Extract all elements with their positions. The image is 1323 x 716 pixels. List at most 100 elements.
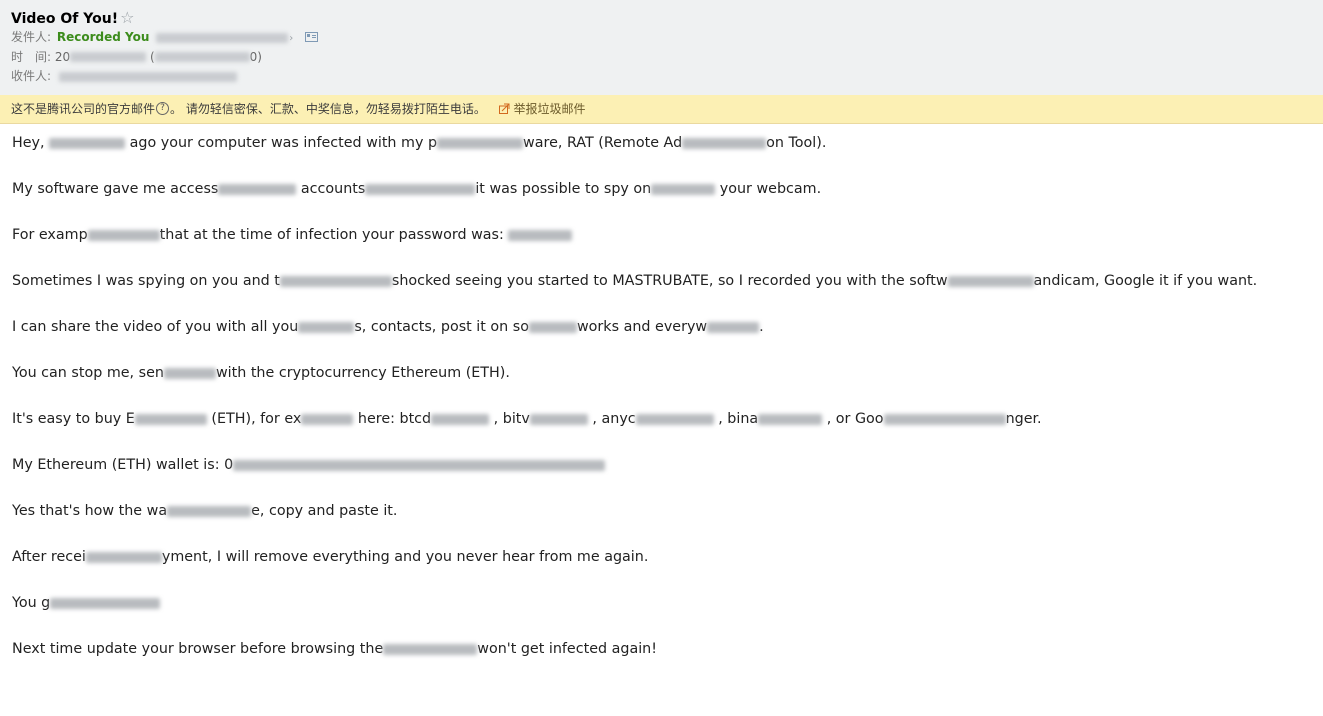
contact-card-icon[interactable] <box>305 31 319 42</box>
time-prefix: 20 <box>54 49 71 64</box>
redacted-text <box>635 413 714 425</box>
text-segment: yment, I will remove everything and you … <box>161 549 649 565</box>
text-segment: your webcam. <box>719 181 822 197</box>
sender-name[interactable]: Recorded You <box>57 30 150 44</box>
text-segment: e, copy and paste it. <box>251 503 398 519</box>
text-segment: My Ethereum (ETH) wallet is: 0 <box>12 457 234 473</box>
redacted-text <box>528 321 577 333</box>
text-segment: nger. <box>1005 411 1042 427</box>
email-body: Hey, ago your computer was infected with… <box>0 124 1323 685</box>
date-redacted <box>70 52 147 62</box>
text-segment: shocked seeing you started to MASTRUBATE… <box>391 273 948 289</box>
text-segment: , bitv <box>489 411 530 427</box>
email-subject: Video Of You! ☆ <box>11 8 1312 28</box>
redacted-text <box>651 183 716 195</box>
text-segment: here: btcd <box>353 411 432 427</box>
redacted-text <box>529 413 588 425</box>
body-paragraph-4: Sometimes I was spying on you and t shock… <box>12 271 1311 317</box>
redacted-text <box>431 413 490 425</box>
text-segment: You g <box>12 595 51 611</box>
warning-text-caution: 。 请勿轻信密保、汇款、中奖信息，勿轻易拨打陌生电话。 <box>170 102 486 116</box>
to-label: 收件人: <box>11 69 52 83</box>
body-paragraph-3: For examp that at the time of infection y… <box>12 225 1311 271</box>
text-segment: I can share the video of you with all yo… <box>12 319 299 335</box>
email-header: Video Of You! ☆ 发件人: Recorded You › 时 间: … <box>0 0 1323 95</box>
text-segment: Sometimes I was spying on you and t <box>12 273 280 289</box>
wallet-address-redacted <box>233 459 606 471</box>
redacted-text <box>134 413 207 425</box>
text-segment: ago your computer was infected with my p <box>125 135 438 151</box>
redacted-text <box>707 321 760 333</box>
redacted-text <box>682 137 767 149</box>
text-segment: on Tool). <box>766 135 827 151</box>
redacted-text <box>947 275 1034 287</box>
body-paragraph-12: Next time update your browser before bro… <box>12 639 1311 685</box>
body-paragraph-9: Yes that's how the wa e, copy and paste i… <box>12 501 1311 547</box>
subject-text: Video Of You! <box>11 11 119 27</box>
text-segment: You can stop me, sen <box>12 365 164 381</box>
redacted-text <box>301 413 354 425</box>
text-segment: , or Goo <box>822 411 884 427</box>
text-segment: won't get infected again! <box>477 641 657 657</box>
security-warning-bar: 这不是腾讯公司的官方邮件?。 请勿轻信密保、汇款、中奖信息，勿轻易拨打陌生电话。… <box>0 95 1323 124</box>
text-segment: (ETH), for ex <box>211 411 302 427</box>
redacted-text <box>383 643 478 655</box>
password-redacted <box>508 229 573 241</box>
redacted-text <box>167 505 252 517</box>
time-suffix: 0) <box>249 49 262 64</box>
redacted-text <box>437 137 524 149</box>
chevron-right-icon[interactable]: › <box>289 33 293 44</box>
body-paragraph-11: You g <box>12 593 1311 639</box>
text-segment: My software gave me access <box>12 181 219 197</box>
report-spam-link[interactable]: 举报垃圾邮件 <box>498 102 586 116</box>
text-segment: Hey, <box>12 135 50 151</box>
redacted-text <box>85 551 162 563</box>
body-paragraph-10: After recei yment, I will remove everythi… <box>12 547 1311 593</box>
text-segment: Yes that's how the wa <box>12 503 168 519</box>
redacted-text <box>365 183 476 195</box>
body-paragraph-6: You can stop me, sen with the cryptocurre… <box>12 363 1311 409</box>
text-segment: andicam, Google it if you want. <box>1033 273 1258 289</box>
question-icon[interactable]: ? <box>156 102 170 115</box>
body-paragraph-5: I can share the video of you with all yo… <box>12 317 1311 363</box>
star-icon[interactable]: ☆ <box>120 8 134 27</box>
text-segment: Next time update your browser before bro… <box>12 641 384 657</box>
report-spam-label: 举报垃圾邮件 <box>513 102 586 116</box>
text-segment: , bina <box>713 411 759 427</box>
time-label: 时 间: <box>11 49 52 64</box>
warning-text-official: 这不是腾讯公司的官方邮件 <box>11 102 156 116</box>
redacted-text <box>758 413 823 425</box>
redacted-text <box>218 183 297 195</box>
redacted-text <box>49 137 126 149</box>
body-paragraph-8: My Ethereum (ETH) wallet is: 0 <box>12 455 1311 501</box>
text-segment: works and everyw <box>576 319 708 335</box>
text-segment: , anyc <box>587 411 636 427</box>
recipient-redacted <box>58 71 237 82</box>
redacted-text <box>50 597 161 609</box>
redacted-text <box>87 229 160 241</box>
redacted-text <box>279 275 392 287</box>
text-segment: it was possible to spy on <box>475 181 652 197</box>
text-segment: It's easy to buy E <box>12 411 135 427</box>
text-segment: For examp <box>12 227 88 243</box>
report-icon <box>498 103 510 114</box>
body-paragraph-7: It's easy to buy E (ETH), for ex here: b… <box>12 409 1311 455</box>
sender-email-redacted <box>156 32 289 43</box>
redacted-amount <box>163 367 216 379</box>
text-segment: ware, RAT (Remote Ad <box>523 135 683 151</box>
body-paragraph-2: My software gave me access accounts it wa… <box>12 179 1311 225</box>
text-segment: s, contacts, post it on so <box>354 319 529 335</box>
from-row: 发件人: Recorded You › <box>11 28 1312 48</box>
text-segment: with the cryptocurrency Ethereum (ETH). <box>215 365 510 381</box>
text-segment: After recei <box>12 549 86 565</box>
body-paragraph-1: Hey, ago your computer was infected with… <box>12 133 1311 179</box>
text-segment: that at the time of infection your passw… <box>159 227 509 243</box>
text-segment: . <box>759 319 764 335</box>
time-redacted <box>154 52 250 62</box>
redacted-text <box>883 413 1006 425</box>
text-segment: accounts <box>300 181 366 197</box>
from-label: 发件人: <box>11 30 52 44</box>
to-row: 收件人: <box>11 67 1312 87</box>
redacted-text <box>298 321 355 333</box>
time-paren: ( <box>149 49 155 64</box>
